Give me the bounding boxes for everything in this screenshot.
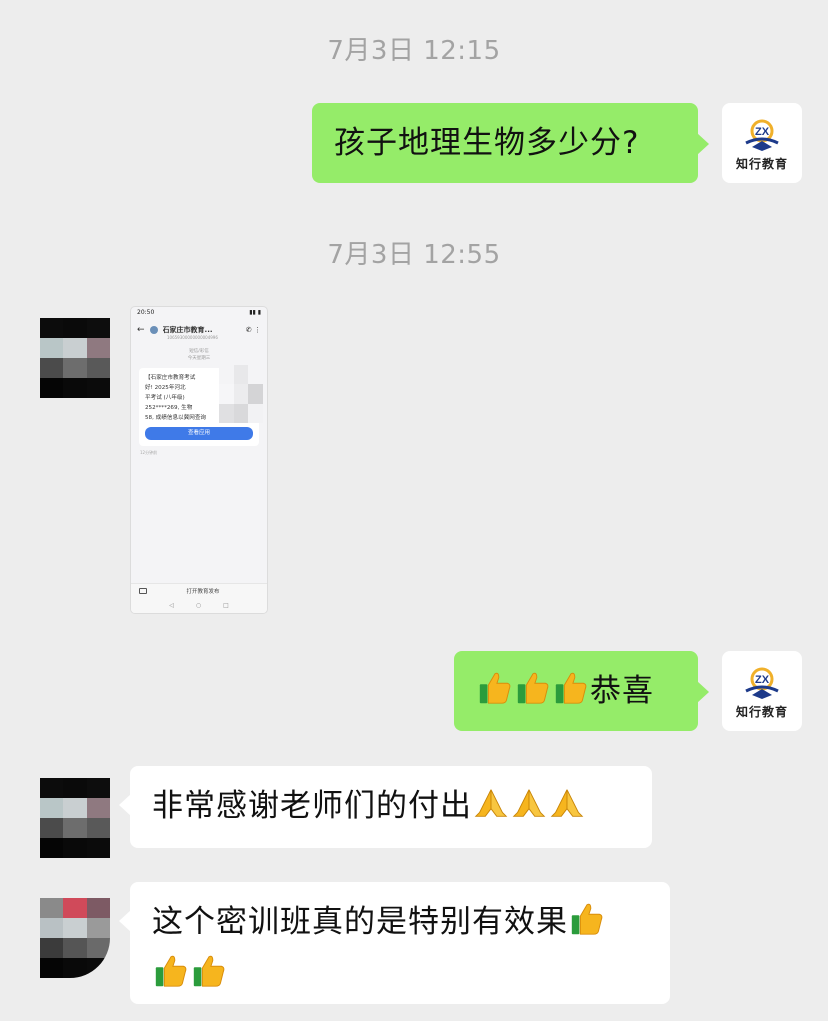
message-bubble-incoming[interactable]: 非常感谢老师们的付出 — [119, 766, 652, 848]
thumbs-up-icon — [571, 903, 603, 935]
message-bubble-outgoing[interactable]: 恭喜 — [454, 651, 709, 731]
back-arrow-icon: ← — [137, 325, 145, 335]
avatar[interactable]: ZX 知行教育 — [722, 651, 802, 731]
screenshot-nav-bar: ◁ ○ □ — [131, 597, 267, 613]
thumbs-up-icon — [555, 672, 587, 704]
thumbs-up-icon — [479, 672, 511, 704]
screenshot-title: 石家庄市教育... — [162, 326, 213, 334]
timestamp: 7月3日 12:55 — [327, 240, 501, 270]
avatar[interactable] — [40, 778, 110, 858]
pray-icon — [550, 789, 584, 817]
screenshot-meta: 短信/彩信 今天星期三 — [187, 349, 211, 361]
screenshot-status-bar: 20:50 ▮▮ ▮ — [137, 309, 261, 316]
svg-text:ZX: ZX — [755, 126, 770, 138]
screenshot-subtitle: 10659300000000004996 — [167, 335, 218, 340]
thumbs-up-icon — [517, 672, 549, 704]
nav-back-icon: ◁ — [169, 601, 174, 609]
pray-icon — [512, 789, 546, 817]
thumbs-up-icon — [155, 955, 187, 987]
timestamp: 7月3日 12:15 — [327, 36, 501, 66]
avatar[interactable] — [40, 318, 110, 398]
nav-home-icon: ○ — [195, 601, 202, 609]
view-app-button: 查看应用 — [145, 427, 253, 440]
message-bubble-incoming[interactable]: 这个密训班真的是特别有效果 — [119, 882, 670, 1004]
image-message[interactable]: 20:50 ▮▮ ▮ ← 石家庄市教育... ✆ ⋮ 10659300000000… — [130, 306, 268, 614]
nav-recent-icon: □ — [223, 601, 229, 609]
avatar[interactable]: ZX 知行教育 — [722, 103, 802, 183]
message-text: 这个密训班真的是特别有效果 — [152, 904, 568, 940]
message-text: 非常感谢老师们的付出 — [152, 788, 472, 824]
message-text: 恭喜 — [590, 673, 654, 709]
sms-time: 12分钟前 — [140, 450, 158, 455]
message-text: 孩子地理生物多少分? — [334, 125, 640, 161]
sender-avatar-icon — [149, 326, 158, 334]
avatar[interactable] — [40, 898, 110, 978]
svg-text:ZX: ZX — [755, 674, 770, 686]
brand-name: 知行教育 — [735, 156, 788, 171]
brand-name: 知行教育 — [735, 704, 788, 719]
keyboard-icon — [139, 587, 147, 594]
screenshot-bottom-bar: 打开教育发布 — [131, 583, 267, 597]
brand-logo-icon: ZX — [740, 119, 784, 153]
brand-logo-icon: ZX — [740, 667, 784, 701]
message-bubble-outgoing[interactable]: 孩子地理生物多少分? — [312, 103, 709, 183]
pray-icon — [474, 789, 508, 817]
redaction-mosaic — [219, 365, 263, 423]
phone-icon: ✆ ⋮ — [245, 326, 261, 334]
thumbs-up-icon — [193, 955, 225, 987]
